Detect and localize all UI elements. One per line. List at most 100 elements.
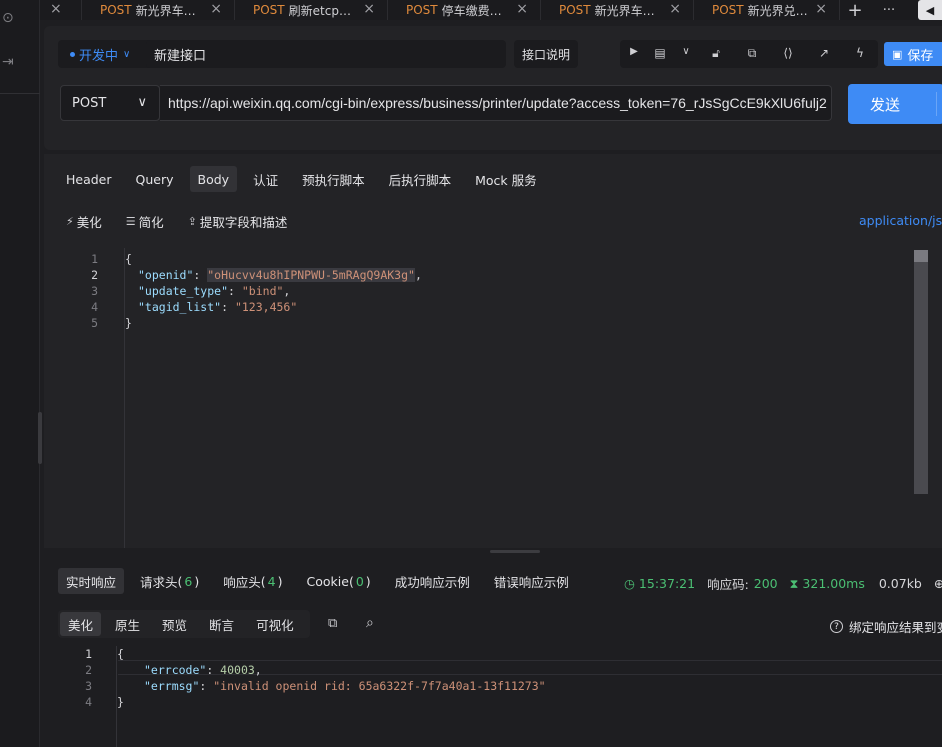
response-duration: 321.00ms	[802, 576, 865, 591]
status-code: 200	[753, 576, 778, 591]
tab-request-headers[interactable]: 请求头(6)	[132, 568, 207, 594]
chevron-down-icon: ∨	[137, 95, 147, 110]
share-icon[interactable]: ↗	[816, 46, 832, 62]
json-key: "errmsg"	[144, 679, 200, 693]
content-type-select[interactable]: application/json	[859, 213, 942, 228]
tab-label: 响应头	[223, 574, 261, 590]
tab-title: 新光界兑…	[747, 3, 808, 18]
tab-item[interactable]: POST 新光界兑… ×	[694, 0, 840, 20]
copy-icon[interactable]: ⧉	[744, 46, 760, 62]
json-key: "errcode"	[144, 663, 207, 677]
tab-header[interactable]: Header	[58, 166, 120, 192]
tab-error-example[interactable]: 错误响应示例	[486, 568, 577, 594]
tab-success-example[interactable]: 成功响应示例	[387, 568, 478, 594]
close-icon[interactable]: ×	[363, 1, 375, 17]
editor-scrollbar[interactable]	[914, 250, 928, 494]
view-beautify[interactable]: 美化	[60, 612, 102, 636]
send-button[interactable]: 发送	[848, 84, 942, 124]
response-tabs: 实时响应 请求头(6) 响应头(4) Cookie(0) 成功响应示例 错误响应…	[58, 568, 585, 594]
simplify-button[interactable]: ☰ 简化	[126, 212, 164, 231]
search-icon[interactable]: ⌕	[366, 615, 374, 631]
count-badge: 6	[184, 573, 193, 589]
response-view-switch: 美化 原生 预览 断言 可视化	[58, 610, 310, 638]
response-time: 15:37:21	[638, 576, 696, 591]
api-doc-button[interactable]: 接口说明	[514, 40, 578, 68]
more-tabs-button[interactable]: ···	[874, 0, 904, 20]
view-icon[interactable]: ▤	[652, 46, 668, 62]
response-meta: ◷ 15:37:21 响应码: 200 ⧗ 321.00ms 0.07kb ⊕	[624, 574, 942, 593]
globe-icon[interactable]: ⊕	[934, 576, 942, 591]
add-tab-button[interactable]: +	[840, 0, 870, 21]
panel-splitter[interactable]	[490, 550, 540, 553]
tab-title: 停车缴费…	[441, 3, 502, 18]
chevron-down-icon[interactable]: ∨	[678, 46, 694, 62]
status-dot-icon	[70, 51, 75, 57]
chevron-down-icon: ∨	[123, 48, 131, 60]
view-visualize[interactable]: 可视化	[248, 612, 302, 636]
tab-item[interactable]: POST 刷新etcp… ×	[235, 0, 388, 20]
url-input[interactable]: https://api.weixin.qq.com/cgi-bin/expres…	[160, 85, 832, 121]
tab-method: POST	[406, 3, 438, 17]
tab-cookie[interactable]: Cookie(0)	[299, 568, 379, 594]
json-key: "openid"	[138, 268, 194, 282]
request-toolbar: ▶ ▤ ∨ 🔓︎ ⧉ ⟨⟩ ↗ ϟ	[620, 40, 878, 68]
line-number: 2	[85, 663, 92, 677]
close-icon[interactable]: ×	[210, 1, 222, 17]
unlock-icon[interactable]: 🔓︎	[708, 46, 724, 62]
send-label: 发送	[870, 95, 901, 114]
close-icon[interactable]: ×	[669, 1, 681, 17]
close-icon[interactable]: ×	[815, 1, 827, 17]
scroll-tabs-left-icon[interactable]: ◀	[918, 0, 942, 20]
collapse-sidebar-icon[interactable]: ⇥	[2, 54, 14, 70]
tab-realtime-response[interactable]: 实时响应	[58, 568, 125, 594]
save-icon: ▣	[892, 47, 903, 61]
tab-mock[interactable]: Mock 服务	[467, 166, 545, 192]
close-icon[interactable]: ×	[50, 1, 62, 17]
code-icon[interactable]: ⟨⟩	[780, 46, 796, 62]
resize-handle[interactable]	[38, 412, 42, 464]
close-icon[interactable]: ×	[516, 1, 528, 17]
flash-icon[interactable]: ϟ	[852, 46, 868, 62]
json-key: "tagid_list"	[138, 300, 222, 314]
tab-auth[interactable]: 认证	[245, 166, 286, 192]
copy-icon[interactable]: ⧉	[328, 616, 337, 631]
tab-method: POST	[559, 3, 591, 17]
bind-label: 绑定响应结果到变	[849, 620, 942, 635]
code-line: "openid": "oHucvv4u8hIPNPWU-5mRAgQ9AK3g"…	[138, 268, 422, 282]
code-line: "tagid_list": "123,456"	[138, 300, 298, 314]
bind-response-button[interactable]: ? 绑定响应结果到变	[830, 617, 942, 636]
tab-body[interactable]: Body	[189, 166, 238, 192]
extract-label: 提取字段和描述	[199, 215, 288, 230]
tab-post-script[interactable]: 后执行脚本	[381, 166, 460, 192]
count-badge: 4	[267, 573, 276, 589]
tab-item[interactable]: POST 停车缴费… ×	[388, 0, 541, 20]
tab-item[interactable]: POST 新光界车… ×	[541, 0, 694, 20]
clock-icon: ◷	[624, 576, 635, 591]
api-name-input[interactable]	[146, 40, 506, 68]
request-panel: 开发中 ∨ 接口说明 ▶ ▤ ∨ 🔓︎ ⧉ ⟨⟩ ↗ ϟ ▣ 保存 POST ∨…	[44, 26, 942, 150]
json-value: "123,456"	[234, 300, 298, 314]
save-button[interactable]: ▣ 保存	[884, 42, 942, 66]
code-line: {	[117, 647, 124, 661]
tab-item[interactable]: POST 新光界车… ×	[82, 0, 235, 20]
view-assert[interactable]: 断言	[201, 612, 242, 636]
view-preview[interactable]: 预览	[154, 612, 195, 636]
line-number: 1	[91, 252, 98, 266]
code-line: }	[125, 316, 132, 330]
method-select[interactable]: POST ∨	[60, 85, 160, 121]
tab-method: POST	[100, 3, 132, 17]
editor-scrollbar-thumb[interactable]	[914, 250, 928, 262]
body-toolbar: ⚡︎ 美化 ☰ 简化 ⇪ 提取字段和描述	[66, 212, 311, 231]
tab-pre-script[interactable]: 预执行脚本	[294, 166, 373, 192]
view-raw[interactable]: 原生	[107, 612, 148, 636]
locate-icon[interactable]: ⊙	[2, 10, 14, 26]
run-icon[interactable]: ▶	[626, 46, 642, 62]
tab-query[interactable]: Query	[128, 166, 182, 192]
beautify-button[interactable]: ⚡︎ 美化	[66, 212, 102, 231]
line-number: 1	[85, 647, 92, 661]
tab-response-headers[interactable]: 响应头(4)	[215, 568, 290, 594]
tab-bar: × POST 新光界车… × POST 刷新etcp… × POST 停车缴费……	[40, 0, 942, 21]
tab-method: POST	[712, 3, 744, 17]
tab-item[interactable]: ×	[40, 0, 82, 20]
extract-fields-button[interactable]: ⇪ 提取字段和描述	[188, 212, 288, 231]
